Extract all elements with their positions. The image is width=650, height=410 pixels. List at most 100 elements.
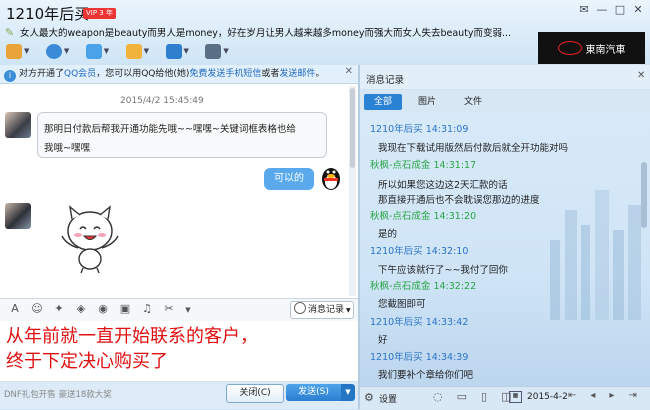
- history-title: 消息记录: [366, 75, 405, 86]
- microphone-icon: [6, 44, 22, 59]
- image-icon[interactable]: ▣: [118, 302, 132, 316]
- history-button-label: 消息记录: [308, 305, 345, 315]
- date-field[interactable]: 2015-4-2: [527, 392, 568, 402]
- tab-files[interactable]: 文件: [454, 94, 492, 110]
- music-icon[interactable]: ♫: [140, 302, 154, 316]
- send-button[interactable]: 发送(S): [286, 384, 341, 401]
- avatar[interactable]: [5, 203, 31, 229]
- info-icon: i: [4, 70, 16, 82]
- chevron-down-icon: ▼: [346, 307, 351, 314]
- calendar-icon[interactable]: ▦: [509, 391, 522, 403]
- send-file-button[interactable]: ▼: [125, 44, 156, 60]
- close-button[interactable]: 关闭(C): [226, 384, 284, 403]
- history-message: 我现在下载试用版然后付款后就全开功能对吗: [378, 143, 569, 154]
- skin-icon[interactable]: ✉: [576, 3, 592, 17]
- gear-icon[interactable]: ⚙: [364, 391, 374, 404]
- ad-text: 東南汽車: [585, 44, 626, 56]
- send-options-dropdown[interactable]: ▼: [341, 384, 355, 401]
- qq-penguin-avatar[interactable]: [320, 165, 342, 191]
- outgoing-message-bubble: 可以的: [264, 168, 314, 190]
- close-notice-icon[interactable]: ✕: [345, 66, 353, 77]
- history-message: 所以如果您这边这2天汇款的话: [378, 180, 508, 191]
- cat-sticker: [61, 205, 119, 274]
- history-scrollbar[interactable]: [640, 112, 648, 384]
- history-sender-line: 秋枫-点石成金 14:32:22: [370, 281, 477, 292]
- close-history-icon[interactable]: ✕: [637, 70, 645, 81]
- skyline-background: [550, 190, 641, 320]
- video-call-button[interactable]: ▼: [45, 44, 76, 60]
- history-sender-line: 秋枫-点石成金 14:31:17: [370, 160, 477, 171]
- promo-link[interactable]: DNF礼包开售 豪送18款大奖: [4, 388, 112, 400]
- bubble-icon[interactable]: ◌: [433, 390, 443, 403]
- signature-icon: ✎: [5, 26, 15, 39]
- message-timestamp: 2015/4/2 15:45:49: [120, 96, 204, 106]
- ad-banner[interactable]: 東南汽車: [538, 32, 645, 64]
- close-icon[interactable]: ✕: [630, 3, 646, 17]
- notice-text: 对方开通了: [19, 69, 65, 79]
- send-email-link[interactable]: 发送邮件: [279, 69, 315, 79]
- input-tools: A ☺ ✦ ◈ ◉ ▣ ♫ ✂ ▼: [8, 302, 200, 317]
- maximize-icon[interactable]: □: [612, 3, 628, 17]
- personal-signature: 女人最大的weapon是beauty而男人是money，好在岁月让男人越来越多m…: [20, 28, 512, 39]
- window-controls: ✉ — □ ✕: [574, 3, 646, 17]
- notice-text: 。: [315, 69, 325, 79]
- history-message: 那直接开通后也不会耽误您那边的进度: [378, 195, 540, 206]
- history-sender-line: 1210年后买 14:31:09: [370, 124, 469, 135]
- tab-all[interactable]: 全部: [364, 94, 402, 110]
- voice-message-icon[interactable]: ◉: [96, 302, 110, 316]
- settings-link[interactable]: 设置: [379, 392, 397, 405]
- history-message: 您截图即可: [378, 299, 426, 310]
- trash-icon[interactable]: ▯: [481, 390, 487, 403]
- history-message: 好: [378, 335, 388, 346]
- message-text: 我哦~嘿嘿: [44, 143, 90, 154]
- message-history-button[interactable]: 消息记录 ▼: [290, 301, 354, 319]
- clock-icon: [294, 302, 306, 314]
- screen-share-button[interactable]: ▼: [85, 44, 116, 60]
- font-icon[interactable]: A: [8, 302, 22, 316]
- camera-icon: [45, 44, 62, 59]
- chat-scrollbar[interactable]: [349, 86, 356, 296]
- chevron-down-icon: ▼: [24, 47, 30, 55]
- history-message: 下午应该就行了~~我付了回你: [378, 265, 508, 276]
- tab-images[interactable]: 图片: [410, 94, 444, 110]
- scroll-thumb[interactable]: [641, 162, 647, 228]
- avatar[interactable]: [5, 112, 31, 138]
- shake-icon[interactable]: ◈: [74, 302, 88, 316]
- chevron-down-icon: ▼: [223, 47, 229, 55]
- folder-icon[interactable]: ▭: [457, 390, 467, 403]
- emoji-icon[interactable]: ☺: [30, 302, 44, 316]
- history-tabs: [360, 90, 650, 112]
- magic-expression-icon[interactable]: ✦: [52, 302, 66, 316]
- qq-member-link[interactable]: QQ会员: [64, 69, 96, 79]
- app-grid-icon: [205, 44, 222, 59]
- history-sender-line: 1210年后买 14:34:39: [370, 352, 469, 363]
- overlay-caption: 从年前就一直开始联系的客户，: [6, 326, 258, 347]
- voice-call-button[interactable]: ▼: [6, 44, 36, 60]
- notice-bar: i 对方开通了QQ会员，您可以用QQ给他(她)免费发送手机短信或者发送邮件。: [0, 65, 358, 84]
- screenshot-icon[interactable]: ✂: [162, 302, 176, 316]
- last-page-icon[interactable]: ⇥: [628, 390, 636, 401]
- chevron-down-icon: ▼: [63, 47, 70, 55]
- notice-text: 或者: [261, 69, 280, 79]
- screen-share-icon: [85, 44, 102, 59]
- vip-badge: VIP 3 年: [83, 8, 116, 19]
- history-sender-line: 1210年后买 14:33:42: [370, 317, 469, 328]
- remote-desktop-icon: [165, 44, 182, 59]
- history-message: 我们要补个章给你们吧: [378, 370, 474, 381]
- scroll-thumb[interactable]: [350, 88, 355, 168]
- overlay-caption: 终于下定决心购买了: [6, 351, 168, 372]
- free-sms-link[interactable]: 免费发送手机短信: [189, 69, 261, 79]
- minimize-icon[interactable]: —: [594, 3, 610, 17]
- remote-assist-button[interactable]: ▼: [165, 44, 196, 60]
- chevron-down-icon: ▼: [143, 47, 150, 55]
- chevron-down-icon[interactable]: ▼: [184, 303, 192, 317]
- chevron-down-icon: ▼: [103, 47, 110, 55]
- apps-button[interactable]: ▼: [205, 44, 235, 60]
- notice-text: ，您可以用QQ给他(她): [96, 69, 190, 79]
- history-sender-line: 1210年后买 14:32:10: [370, 246, 469, 257]
- date-navigation: ⇤ ◂ ▸ ⇥: [568, 390, 650, 401]
- next-page-icon[interactable]: ▸: [609, 390, 614, 401]
- message-text: 那明日付款后帮我开通功能先哦~~嘿嘿~关键词框表格也给: [44, 124, 296, 135]
- first-page-icon[interactable]: ⇤: [568, 390, 576, 401]
- prev-page-icon[interactable]: ◂: [590, 390, 595, 401]
